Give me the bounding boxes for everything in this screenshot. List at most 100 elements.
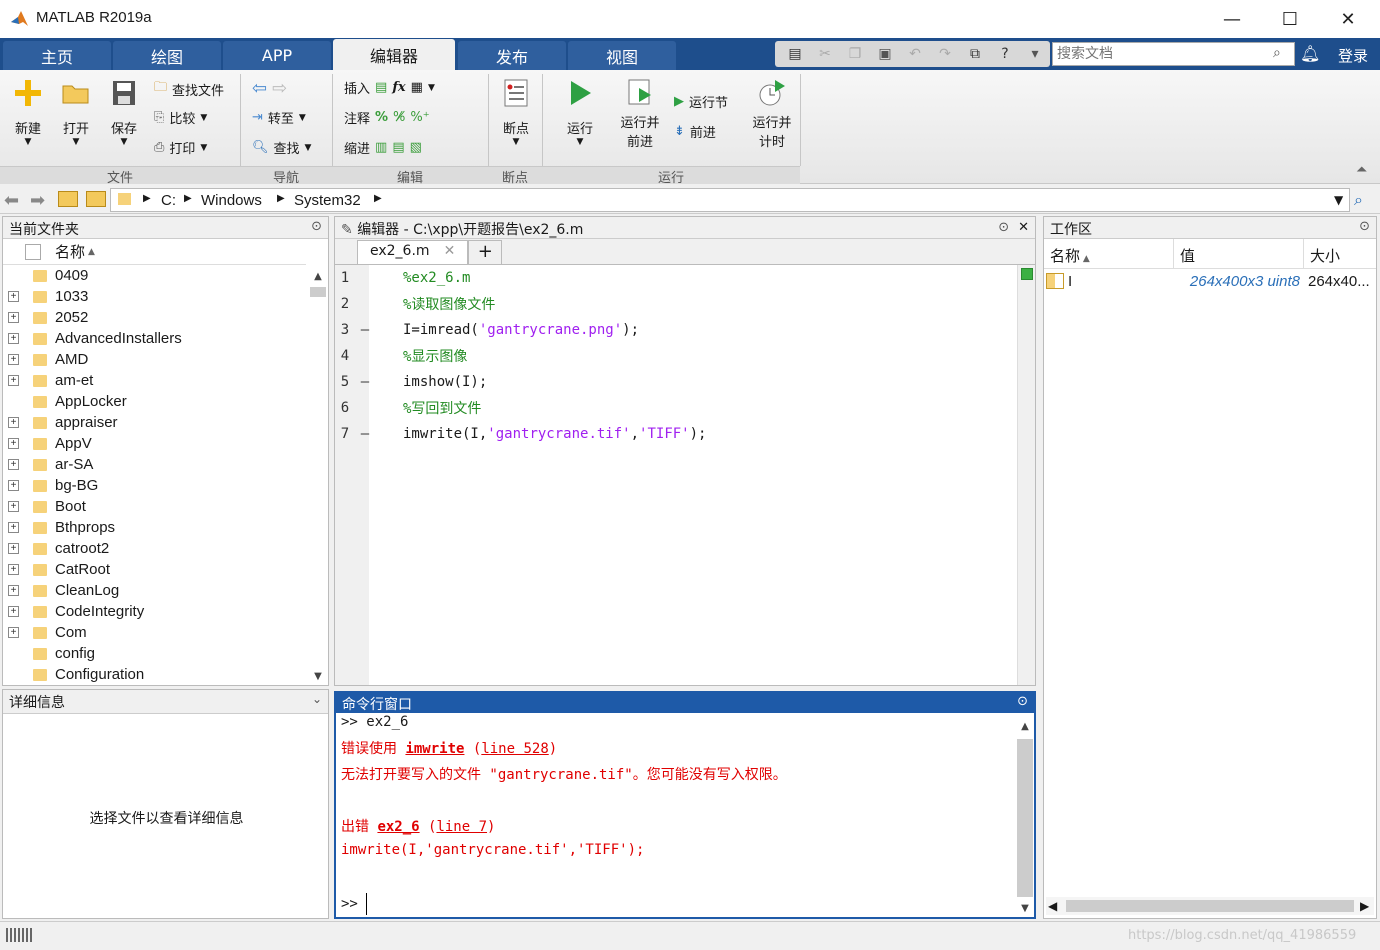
code-area[interactable]: 1 %ex2_6.m 2 %读取图像文件 3— I=imread('gantrycrane…	[335, 265, 1015, 447]
name-column-header[interactable]: 名称	[55, 241, 85, 262]
breakpoint-marker[interactable]: —	[355, 322, 375, 338]
collapse-chevron-icon[interactable]: ⌄	[312, 692, 322, 711]
undo-icon[interactable]: ↶	[904, 44, 926, 64]
folder-row[interactable]: + catroot2	[3, 538, 306, 559]
folder-row[interactable]: + appraiser	[3, 412, 306, 433]
new-tab-button[interactable]: +	[468, 240, 503, 264]
expand-icon[interactable]: ▾	[1024, 44, 1046, 64]
folder-row[interactable]: + AppV	[3, 433, 306, 454]
folder-row[interactable]: + CodeIntegrity	[3, 601, 306, 622]
run-and-advance-button[interactable]: 运行并 前进	[616, 78, 664, 150]
folder-row[interactable]: + Bthprops	[3, 517, 306, 538]
close-tab-icon[interactable]: ✕	[444, 243, 456, 262]
code-line[interactable]: 6 %写回到文件	[335, 395, 1015, 421]
expand-icon[interactable]: +	[8, 312, 19, 323]
folder-row[interactable]: + CleanLog	[3, 580, 306, 601]
browse-folder-icon[interactable]	[86, 191, 106, 207]
redo-icon[interactable]: ↷	[934, 44, 956, 64]
tab-editor[interactable]: 编辑器	[333, 39, 455, 70]
find-files-button[interactable]: 🗀︎ 查找文件	[154, 78, 224, 100]
expand-icon[interactable]: +	[8, 459, 19, 470]
expand-icon[interactable]: +	[8, 354, 19, 365]
expand-icon[interactable]: +	[8, 417, 19, 428]
indent-button[interactable]: 缩进 ▥ ▤ ▧	[344, 138, 422, 157]
line-number[interactable]: 5	[335, 374, 355, 390]
ws-size-header[interactable]: 大小	[1304, 239, 1376, 268]
panel-menu-icon[interactable]: ⊙	[1017, 694, 1028, 712]
expand-icon[interactable]: +	[8, 627, 19, 638]
run-and-time-button[interactable]: 运行并 计时	[748, 78, 796, 150]
line-number[interactable]: 1	[335, 270, 355, 286]
ws-value-header[interactable]: 值	[1174, 239, 1304, 268]
folder-row[interactable]: +1033	[3, 286, 306, 307]
script-line-link[interactable]: line 7	[436, 819, 487, 835]
compare-button[interactable]: ⎘ 比较 ▼	[154, 108, 207, 127]
insert-button[interactable]: 插入 ▤ fx ▦ ▼	[344, 78, 435, 97]
paste-icon[interactable]: ▣	[874, 44, 896, 64]
cut-icon[interactable]: ✂	[814, 44, 836, 64]
expand-icon[interactable]: +	[8, 606, 19, 617]
save-icon[interactable]: ▤	[784, 44, 806, 64]
forward-nav-icon[interactable]: ➡	[30, 190, 45, 211]
copy-icon[interactable]: ❐	[844, 44, 866, 64]
back-nav-icon[interactable]: ⬅	[4, 190, 19, 211]
close-editor-icon[interactable]: ✕	[1018, 220, 1029, 235]
close-button[interactable]: ✕	[1319, 0, 1377, 38]
run-button[interactable]: 运行 ▼	[560, 78, 600, 147]
code-line[interactable]: 2 %读取图像文件	[335, 291, 1015, 317]
line-number[interactable]: 2	[335, 296, 355, 312]
folder-row[interactable]: + Com	[3, 622, 306, 643]
goto-button[interactable]: ⇥ 转至 ▼	[252, 108, 306, 127]
expand-icon[interactable]: +	[8, 480, 19, 491]
tab-plots[interactable]: 绘图	[113, 41, 221, 70]
panel-menu-icon[interactable]: ⊙	[998, 220, 1009, 235]
tab-apps[interactable]: APP	[223, 41, 331, 70]
line-number[interactable]: 3	[335, 322, 355, 338]
switch-windows-icon[interactable]: ⧉	[964, 44, 986, 64]
folder-row[interactable]: + Boot	[3, 496, 306, 517]
path-folder[interactable]: System32	[294, 192, 361, 209]
back-forward-buttons[interactable]: ⇦ ⇨	[252, 78, 287, 99]
file-tab[interactable]: ex2_6.m ✕	[357, 240, 469, 264]
search-documentation-input[interactable]	[1052, 42, 1295, 66]
code-line[interactable]: 3— I=imread('gantrycrane.png');	[335, 317, 1015, 343]
advance-button[interactable]: ⇟ 前进	[674, 122, 716, 141]
expand-icon[interactable]: +	[8, 564, 19, 575]
folder-row[interactable]: + AdvancedInstallers	[3, 328, 306, 349]
search-icon[interactable]: ⌕	[1273, 45, 1291, 63]
help-icon[interactable]: ?	[994, 44, 1016, 64]
folder-scrollbar[interactable]: ▲ ▼	[308, 265, 328, 685]
collapse-ribbon-icon[interactable]: ⏶	[1356, 162, 1367, 178]
tab-home[interactable]: 主页	[3, 41, 111, 70]
tab-view[interactable]: 视图	[568, 41, 676, 70]
new-button[interactable]: 新建 ▼	[8, 78, 48, 147]
find-button[interactable]: 🔍︎ 查找 ▼	[252, 138, 311, 157]
print-button[interactable]: ⎙ 打印 ▼	[154, 138, 207, 157]
login-link[interactable]: 登录	[1338, 45, 1368, 66]
panel-menu-icon[interactable]: ⊙	[1359, 219, 1370, 236]
code-line[interactable]: 4 %显示图像	[335, 343, 1015, 369]
folder-row[interactable]: + bg-BG	[3, 475, 306, 496]
workspace-row[interactable]: I 264x400x3 uint8 264x40...	[1044, 269, 1376, 293]
open-button[interactable]: 打开 ▼	[56, 78, 96, 147]
bell-icon[interactable]: 🔔︎	[1300, 44, 1320, 64]
comment-button[interactable]: 注释% %̸ %⁺	[344, 108, 430, 127]
expand-icon[interactable]: +	[8, 291, 19, 302]
folder-row[interactable]: + AMD	[3, 349, 306, 370]
expand-icon[interactable]: +	[8, 522, 19, 533]
maximize-button[interactable]: ☐	[1261, 0, 1319, 38]
line-number[interactable]: 7	[335, 426, 355, 442]
folder-row[interactable]: + am-et	[3, 370, 306, 391]
error-function-link[interactable]: imwrite	[405, 741, 464, 757]
line-number[interactable]: 4	[335, 348, 355, 364]
expand-icon[interactable]: +	[8, 333, 19, 344]
minimize-button[interactable]: —	[1203, 0, 1261, 38]
code-line[interactable]: 5— imshow(I);	[335, 369, 1015, 395]
expand-icon[interactable]: +	[8, 501, 19, 512]
expand-icon[interactable]: +	[8, 543, 19, 554]
script-link[interactable]: ex2_6	[377, 819, 419, 835]
folder-row[interactable]: +2052	[3, 307, 306, 328]
code-line[interactable]: 1 %ex2_6.m	[335, 265, 1015, 291]
path-drive[interactable]: C:	[161, 192, 176, 209]
command-input-line[interactable]: >>	[341, 892, 1011, 916]
